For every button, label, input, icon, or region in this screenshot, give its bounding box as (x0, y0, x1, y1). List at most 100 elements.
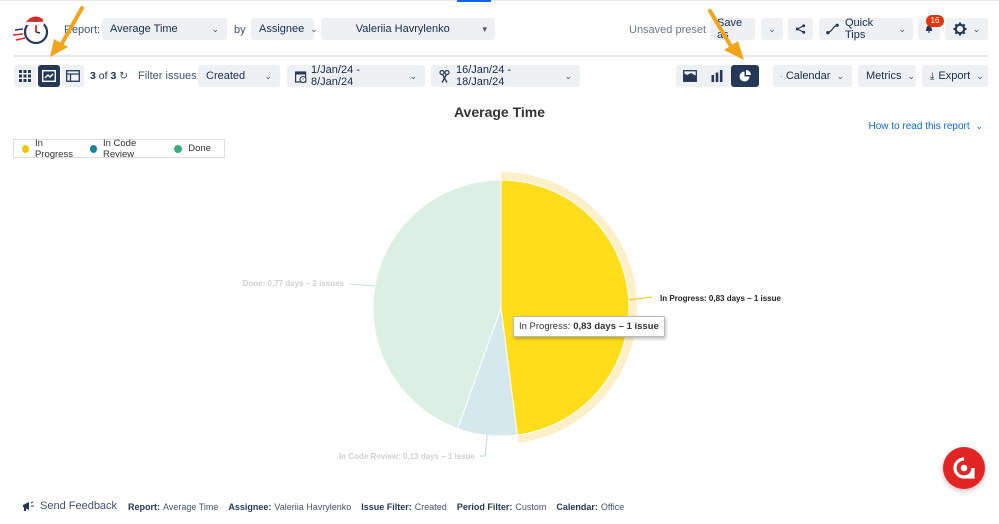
period2-select[interactable]: 16/Jan/24 - 18/Jan/24 ⌄ (431, 64, 580, 88)
chevron-down-icon: ⌄ (768, 23, 776, 34)
export-label: Export (938, 70, 971, 82)
how-to-read-label: How to read this report (868, 121, 970, 132)
chart-view-button[interactable] (38, 65, 60, 87)
grid-icon (19, 70, 31, 82)
area-chart-icon (682, 70, 697, 82)
download-icon: ⤓ (930, 70, 935, 82)
top-border (0, 0, 999, 1)
pie-slice-in-progress[interactable] (500, 179, 630, 436)
metrics-select[interactable]: Metrics ⌄ (858, 65, 916, 87)
report-label: Report: (64, 24, 101, 36)
grid-view-button[interactable] (14, 65, 36, 87)
chart-tooltip: In Progress: 0,83 days – 1 issue (513, 316, 665, 337)
report-select-value: Average Time (110, 23, 178, 35)
area-chart-button[interactable] (676, 65, 703, 87)
summary-key: Calendar: (556, 502, 598, 512)
pie-data-label-in-progress: In Progress: 0,83 days – 1 issue (660, 294, 782, 303)
send-feedback-label: Send Feedback (40, 500, 118, 512)
table-view-button[interactable] (62, 65, 84, 87)
top-tab-indicator (457, 0, 491, 2)
legend-label: In Progress (34, 137, 73, 160)
chevron-down-icon: ⌄ (907, 70, 915, 81)
refresh-icon[interactable]: ↻ (119, 70, 128, 82)
calendar-clock-icon (295, 70, 307, 83)
share-button[interactable] (788, 18, 813, 40)
chat-support-button[interactable] (943, 447, 985, 489)
legend-dot-in-code-review (90, 144, 97, 153)
send-feedback-link[interactable]: Send Feedback (22, 500, 117, 512)
count-current: 3 (90, 70, 96, 82)
summary-value: Average Time (163, 502, 219, 512)
pie-chart-button[interactable] (731, 65, 759, 87)
megaphone-icon (23, 501, 34, 511)
chevron-down-icon: ⌄ (975, 121, 983, 131)
header-divider (14, 55, 988, 57)
legend-dot-in-progress (22, 144, 29, 153)
group-by-value: Assignee (259, 23, 305, 35)
settings-button[interactable]: ⌄ (945, 18, 988, 40)
tooltip-label: In Progress: (519, 321, 571, 332)
summary-key: Report: (128, 502, 160, 512)
chevron-down-icon: ⌄ (898, 23, 906, 34)
notifications-badge: 16 (926, 15, 944, 27)
caret-down-icon: ▾ (482, 23, 487, 34)
pie-connector-in-code-review (480, 435, 488, 457)
summary-key: Period Filter: (456, 502, 513, 512)
pie-data-label-done: Done: 0,77 days – 2 issues (243, 279, 345, 288)
app-logo-icon (12, 16, 49, 45)
quick-tips-label: Quick Tips (844, 17, 874, 41)
compare-icon (439, 69, 450, 83)
how-to-read-link[interactable]: How to read this report ⌄ (869, 121, 984, 132)
summary-value: Valeriia Havrylenko (274, 502, 352, 512)
legend-item-done[interactable]: Done (174, 143, 211, 154)
bar-chart-button[interactable] (703, 65, 731, 87)
tooltip-value: 0,83 days – 1 issue (573, 321, 659, 332)
chart-legend: In Progress In Code Review Done (13, 138, 225, 160)
calendar-select[interactable]: Calendar ⌄ (773, 65, 852, 87)
pie-data-label-in-code-review: In Code Review: 0,13 days – 1 issue (339, 452, 476, 461)
share-icon (795, 24, 806, 34)
chevron-down-icon: ⌄ (409, 70, 417, 81)
chat-icon (953, 457, 975, 479)
save-options-button[interactable]: ⌄ (761, 18, 783, 40)
filter-issues-select[interactable]: Created ⌄ (198, 65, 280, 87)
quick-tips-button[interactable]: Quick Tips ⌄ (819, 17, 913, 41)
pie-connector-done (349, 283, 375, 287)
issue-count: 3 of 3 ↻ (90, 70, 128, 82)
period1-select[interactable]: 1/Jan/24 - 8/Jan/24 ⌄ (287, 64, 425, 88)
report-select[interactable]: Average Time ⌄ (102, 18, 227, 40)
summary-value: Created (414, 502, 447, 512)
period1-value: 1/Jan/24 - 8/Jan/24 (311, 64, 360, 88)
summary-value: Custom (515, 502, 547, 512)
assignee-value: Valeriia Havrylenko (355, 23, 450, 35)
filter-issues-value: Created (206, 70, 246, 82)
line-chart-icon (42, 70, 56, 82)
gear-icon (953, 22, 967, 36)
chevron-down-icon: ⌄ (211, 23, 219, 34)
table-icon (66, 70, 80, 82)
legend-item-in-progress[interactable]: In Progress (22, 138, 77, 160)
chevron-down-icon: ⌄ (310, 23, 318, 34)
period2-value: 16/Jan/24 - 18/Jan/24 (456, 64, 512, 88)
by-label: by (234, 24, 246, 36)
legend-label: Done (188, 143, 211, 154)
save-as-button[interactable]: Save as (710, 17, 755, 41)
footer: Send Feedback Report: Average Time Assign… (0, 498, 999, 516)
chevron-down-icon: ⌄ (264, 70, 272, 81)
metrics-label: Metrics (866, 70, 902, 82)
legend-item-in-code-review[interactable]: In Code Review (90, 138, 161, 160)
route-icon (826, 23, 839, 35)
chart-title: Average Time (453, 104, 546, 120)
export-select[interactable]: ⤓ Export ⌄ (922, 65, 988, 87)
chevron-down-icon: ⌄ (976, 70, 984, 81)
count-of: of (98, 70, 108, 82)
unsaved-preset-label: Unsaved preset (629, 24, 707, 36)
assignee-select[interactable]: Valeriia Havrylenko ▾ (321, 18, 495, 40)
group-by-select[interactable]: Assignee ⌄ (251, 18, 318, 40)
summary-key: Assignee: (228, 502, 272, 512)
chevron-down-icon: ⌄ (972, 23, 981, 34)
calendar-icon (781, 75, 782, 77)
toolbar-row: 3 of 3 ↻ Filter issues: Created ⌄ 1/Jan/… (0, 64, 999, 88)
chevron-down-icon: ⌄ (836, 70, 844, 81)
chevron-down-icon: ⌄ (564, 70, 572, 81)
